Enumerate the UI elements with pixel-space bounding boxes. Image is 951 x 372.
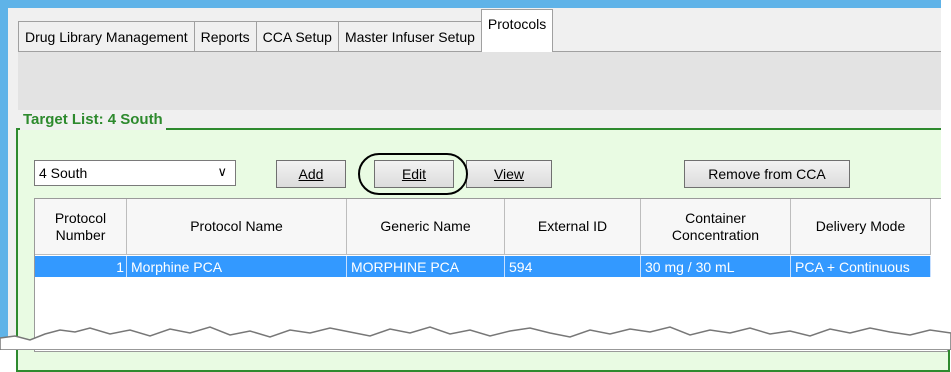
torn-edge bbox=[0, 326, 951, 350]
tab-cca-setup[interactable]: CCA Setup bbox=[255, 21, 339, 52]
col-external-id[interactable]: External ID bbox=[505, 199, 641, 255]
col-container-concentration[interactable]: Container Concentration bbox=[641, 199, 791, 255]
cell-protocol-name: Morphine PCA bbox=[127, 256, 347, 277]
view-button-label: View bbox=[493, 166, 525, 182]
cell-container-concentration: 30 mg / 30 mL bbox=[641, 256, 791, 277]
add-button[interactable]: Add bbox=[276, 160, 346, 188]
view-button[interactable]: View bbox=[466, 160, 552, 188]
table-header: Protocol Number Protocol Name Generic Na… bbox=[35, 199, 931, 255]
target-list-select[interactable]: 4 South ∨ bbox=[34, 160, 236, 186]
col-generic-name[interactable]: Generic Name bbox=[347, 199, 505, 255]
tab-drug-library-management[interactable]: Drug Library Management bbox=[18, 21, 195, 52]
window-frame-left bbox=[0, 0, 8, 350]
toolbar-area bbox=[18, 52, 943, 110]
chevron-down-icon[interactable]: ∨ bbox=[217, 164, 227, 180]
cell-external-id: 594 bbox=[505, 256, 641, 277]
cell-generic-name: MORPHINE PCA bbox=[347, 256, 505, 277]
tab-master-infuser-setup[interactable]: Master Infuser Setup bbox=[337, 21, 482, 52]
right-edge bbox=[941, 0, 951, 350]
col-delivery-mode[interactable]: Delivery Mode bbox=[791, 199, 931, 255]
col-protocol-number[interactable]: Protocol Number bbox=[35, 199, 127, 255]
highlight-oval bbox=[358, 153, 468, 195]
table-row[interactable]: 1 Morphine PCA MORPHINE PCA 594 30 mg / … bbox=[35, 256, 931, 277]
col-protocol-name[interactable]: Protocol Name bbox=[127, 199, 347, 255]
tab-reports[interactable]: Reports bbox=[193, 21, 257, 52]
window-frame-top bbox=[0, 0, 951, 8]
cell-delivery-mode: PCA + Continuous bbox=[791, 256, 931, 277]
target-list-title: Target List: 4 South bbox=[20, 110, 166, 130]
tab-protocols[interactable]: Protocols bbox=[480, 9, 554, 52]
remove-button-label: Remove from CCA bbox=[708, 166, 826, 182]
remove-from-cca-button[interactable]: Remove from CCA bbox=[684, 160, 850, 188]
cell-protocol-number: 1 bbox=[35, 256, 127, 277]
tab-strip: Drug Library Management Reports CCA Setu… bbox=[18, 9, 554, 52]
add-button-label: Add bbox=[298, 166, 324, 182]
target-list-select-value: 4 South bbox=[39, 165, 88, 181]
